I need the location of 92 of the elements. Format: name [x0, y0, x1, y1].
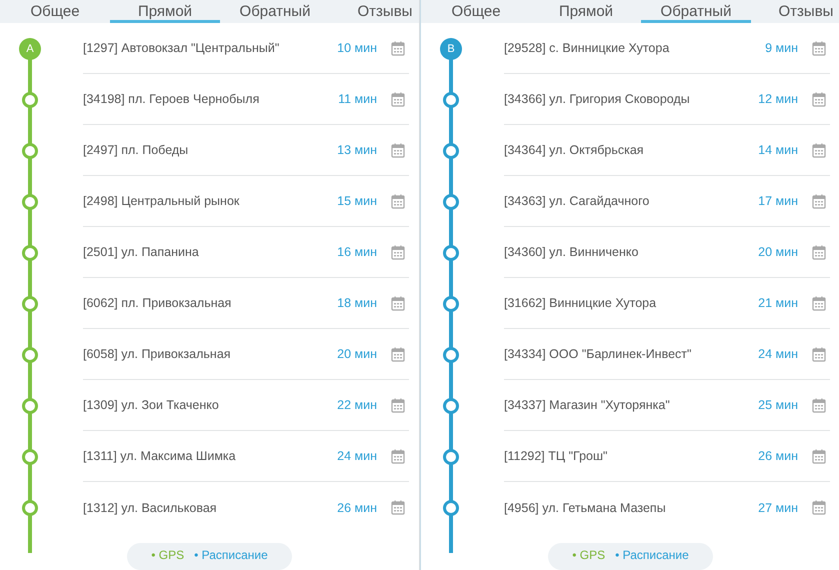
- tab[interactable]: Обратный: [220, 0, 330, 23]
- calendar-icon[interactable]: [391, 194, 405, 208]
- tab[interactable]: Отзывы: [330, 0, 419, 23]
- stop-name[interactable]: [1312] ул. Васильковая: [83, 500, 338, 514]
- stop-marker-icon: [22, 244, 38, 260]
- legend-item: • Расписание: [615, 548, 689, 563]
- stop-marker-icon: [443, 194, 459, 210]
- stop-name[interactable]: [1309] ул. Зои Ткаченко: [83, 398, 338, 412]
- stop-name[interactable]: [2497] пл. Победы: [83, 143, 338, 157]
- calendar-icon[interactable]: [812, 142, 826, 158]
- calendar-icon[interactable]: [812, 40, 826, 56]
- legend-item: • Расписание: [194, 548, 268, 563]
- stop-marker-icon: [22, 346, 38, 362]
- tab[interactable]: Отзывы: [751, 0, 839, 23]
- calendar-icon[interactable]: [391, 92, 405, 106]
- stop-marker-icon: [443, 142, 459, 158]
- calendar-icon[interactable]: [391, 500, 405, 515]
- stop-marker-icon: [443, 244, 459, 260]
- arrival-time: 17 мин: [758, 194, 798, 208]
- calendar-icon[interactable]: [812, 194, 826, 208]
- stop-marker-icon: [443, 398, 459, 414]
- legend-item: • GPS: [572, 548, 606, 563]
- calendar-icon[interactable]: [812, 448, 826, 464]
- calendar-icon[interactable]: [812, 92, 826, 106]
- start-marker: A: [19, 38, 41, 60]
- stop-marker-icon: [22, 296, 38, 312]
- arrival-time: 26 мин: [337, 500, 377, 514]
- arrival-time: 20 мин: [758, 245, 798, 259]
- calendar-icon[interactable]: [812, 296, 826, 310]
- tab[interactable]: Прямой: [531, 0, 641, 23]
- stop-marker-icon: [443, 500, 459, 516]
- arrival-time: 24 мин: [758, 347, 798, 361]
- stop-name[interactable]: [34364] ул. Октябрьская: [504, 143, 758, 157]
- stop-marker-icon: [22, 92, 38, 108]
- arrival-time: 10 мин: [337, 41, 377, 55]
- stop-marker-icon: [443, 296, 459, 312]
- arrival-time: 20 мин: [337, 347, 377, 361]
- stop-marker-icon: [22, 500, 38, 516]
- stop-name[interactable]: [2498] Центральный рынок: [83, 194, 338, 208]
- calendar-icon[interactable]: [391, 142, 405, 158]
- stop-name[interactable]: [29528] с. Винницкие Хутора: [504, 41, 766, 55]
- calendar-icon[interactable]: [812, 500, 826, 515]
- legend-item: • GPS: [151, 548, 184, 563]
- start-marker: B: [440, 38, 462, 60]
- tab[interactable]: Обратный: [641, 0, 751, 23]
- stop-name[interactable]: [34366] ул. Григория Сковороды: [504, 92, 758, 106]
- tab[interactable]: Общее: [421, 0, 531, 23]
- arrival-time: 21 мин: [758, 296, 798, 310]
- calendar-icon[interactable]: [812, 244, 826, 260]
- stop-name[interactable]: [34337] Магазин "Хуторянка": [504, 398, 758, 412]
- calendar-icon[interactable]: [391, 296, 405, 310]
- tab[interactable]: Прямой: [110, 0, 220, 23]
- arrival-time: 16 мин: [337, 245, 377, 259]
- stop-marker-icon: [22, 398, 38, 414]
- stop-name[interactable]: [11292] ТЦ "Грош": [504, 449, 758, 463]
- stop-marker-icon: [443, 346, 459, 362]
- arrival-time: 14 мин: [758, 143, 798, 157]
- stop-name[interactable]: [6058] ул. Привокзальная: [83, 347, 338, 361]
- stop-name[interactable]: [34360] ул. Винниченко: [504, 245, 758, 259]
- stop-name[interactable]: [34363] ул. Сагайдачного: [504, 194, 758, 208]
- stop-name[interactable]: [6062] пл. Привокзальная: [83, 296, 338, 310]
- stop-marker-icon: [22, 142, 38, 158]
- arrival-time: 25 мин: [758, 398, 798, 412]
- stop-name[interactable]: [1311] ул. Максима Шимка: [83, 449, 338, 463]
- stop-name[interactable]: [4956] ул. Гетьмана Мазепы: [504, 500, 758, 514]
- calendar-icon[interactable]: [391, 40, 405, 56]
- calendar-icon[interactable]: [812, 398, 826, 412]
- calendar-icon[interactable]: [391, 346, 405, 362]
- stop-name[interactable]: [1297] Автовокзал "Центральный": [83, 41, 338, 55]
- calendar-icon[interactable]: [391, 448, 405, 464]
- stop-marker-icon: [443, 448, 459, 464]
- stop-marker-icon: [22, 448, 38, 464]
- arrival-time: 15 мин: [337, 194, 377, 208]
- stop-marker-icon: [22, 194, 38, 210]
- stop-name[interactable]: [34334] ООО "Барлинек-Инвест": [504, 347, 758, 361]
- arrival-time: 11 мин: [338, 92, 377, 106]
- arrival-time: 24 мин: [337, 449, 377, 463]
- stop-marker-icon: [443, 92, 459, 108]
- arrival-time: 18 мин: [337, 296, 377, 310]
- stop-name[interactable]: [2501] ул. Папанина: [83, 245, 338, 259]
- arrival-time: 26 мин: [758, 449, 798, 463]
- arrival-time: 13 мин: [337, 143, 377, 157]
- stop-name[interactable]: [34198] пл. Героев Чернобыля: [83, 92, 338, 106]
- tab[interactable]: Общее: [0, 0, 110, 23]
- arrival-time: 9 мин: [765, 41, 798, 55]
- calendar-icon[interactable]: [391, 398, 405, 412]
- calendar-icon[interactable]: [391, 244, 405, 260]
- stop-name[interactable]: [31662] Винницкие Хутора: [504, 296, 758, 310]
- arrival-time: 27 мин: [758, 500, 798, 514]
- arrival-time: 22 мин: [337, 398, 377, 412]
- arrival-time: 12 мин: [758, 92, 798, 106]
- calendar-icon[interactable]: [812, 346, 826, 362]
